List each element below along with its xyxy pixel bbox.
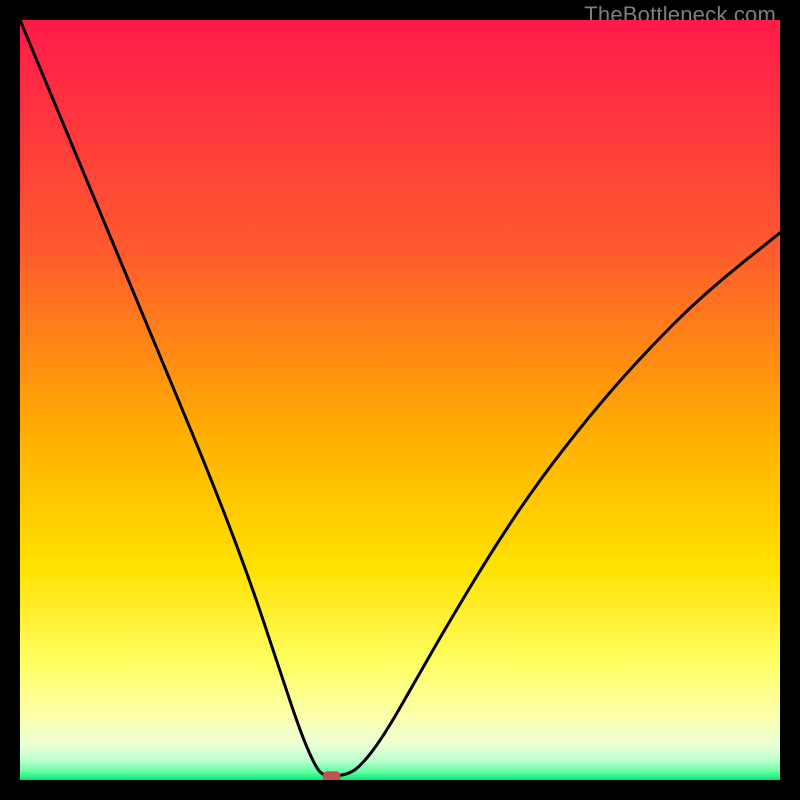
minimum-marker	[323, 771, 341, 780]
bottleneck-chart	[20, 20, 780, 780]
gradient-background	[20, 20, 780, 780]
chart-frame	[20, 20, 780, 780]
